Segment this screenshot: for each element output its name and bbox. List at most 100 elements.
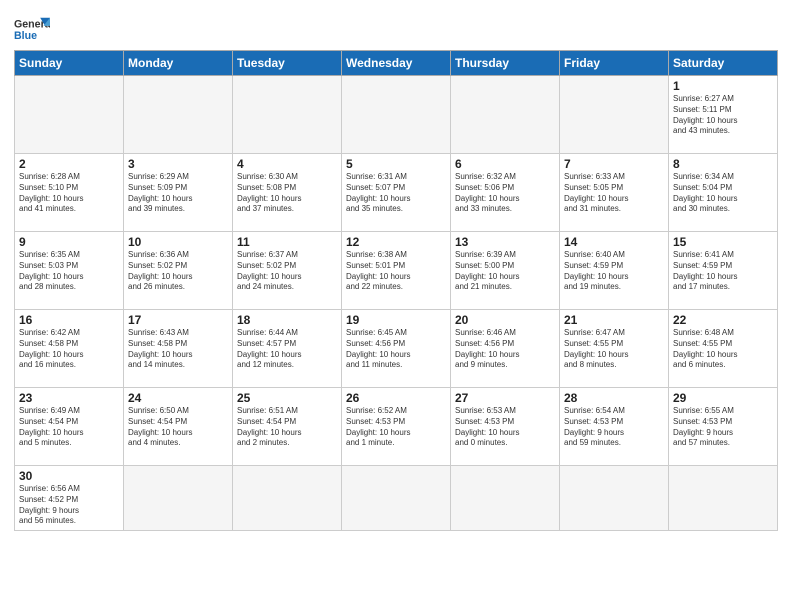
- calendar-cell: 5Sunrise: 6:31 AM Sunset: 5:07 PM Daylig…: [342, 154, 451, 232]
- calendar-cell: 11Sunrise: 6:37 AM Sunset: 5:02 PM Dayli…: [233, 232, 342, 310]
- calendar-cell: 13Sunrise: 6:39 AM Sunset: 5:00 PM Dayli…: [451, 232, 560, 310]
- day-number: 14: [564, 235, 664, 249]
- day-info: Sunrise: 6:55 AM Sunset: 4:53 PM Dayligh…: [673, 406, 773, 449]
- day-info: Sunrise: 6:40 AM Sunset: 4:59 PM Dayligh…: [564, 250, 664, 293]
- calendar-cell: [451, 466, 560, 531]
- calendar-cell: 18Sunrise: 6:44 AM Sunset: 4:57 PM Dayli…: [233, 310, 342, 388]
- calendar-cell: 7Sunrise: 6:33 AM Sunset: 5:05 PM Daylig…: [560, 154, 669, 232]
- logo: General Blue: [14, 14, 50, 46]
- calendar-cell: 22Sunrise: 6:48 AM Sunset: 4:55 PM Dayli…: [669, 310, 778, 388]
- calendar-cell: [342, 466, 451, 531]
- day-number: 17: [128, 313, 228, 327]
- day-info: Sunrise: 6:30 AM Sunset: 5:08 PM Dayligh…: [237, 172, 337, 215]
- day-info: Sunrise: 6:45 AM Sunset: 4:56 PM Dayligh…: [346, 328, 446, 371]
- calendar-cell: 6Sunrise: 6:32 AM Sunset: 5:06 PM Daylig…: [451, 154, 560, 232]
- calendar-cell: 24Sunrise: 6:50 AM Sunset: 4:54 PM Dayli…: [124, 388, 233, 466]
- calendar-cell: 2Sunrise: 6:28 AM Sunset: 5:10 PM Daylig…: [15, 154, 124, 232]
- day-info: Sunrise: 6:51 AM Sunset: 4:54 PM Dayligh…: [237, 406, 337, 449]
- calendar-cell: 17Sunrise: 6:43 AM Sunset: 4:58 PM Dayli…: [124, 310, 233, 388]
- day-info: Sunrise: 6:36 AM Sunset: 5:02 PM Dayligh…: [128, 250, 228, 293]
- day-number: 22: [673, 313, 773, 327]
- weekday-header-saturday: Saturday: [669, 51, 778, 76]
- calendar-cell: 16Sunrise: 6:42 AM Sunset: 4:58 PM Dayli…: [15, 310, 124, 388]
- calendar-cell: [669, 466, 778, 531]
- day-number: 26: [346, 391, 446, 405]
- calendar-cell: 8Sunrise: 6:34 AM Sunset: 5:04 PM Daylig…: [669, 154, 778, 232]
- day-number: 2: [19, 157, 119, 171]
- day-number: 13: [455, 235, 555, 249]
- weekday-header-friday: Friday: [560, 51, 669, 76]
- calendar-row-1: 2Sunrise: 6:28 AM Sunset: 5:10 PM Daylig…: [15, 154, 778, 232]
- day-number: 3: [128, 157, 228, 171]
- calendar-cell: 10Sunrise: 6:36 AM Sunset: 5:02 PM Dayli…: [124, 232, 233, 310]
- weekday-header-row: SundayMondayTuesdayWednesdayThursdayFrid…: [15, 51, 778, 76]
- day-info: Sunrise: 6:52 AM Sunset: 4:53 PM Dayligh…: [346, 406, 446, 449]
- calendar-cell: 12Sunrise: 6:38 AM Sunset: 5:01 PM Dayli…: [342, 232, 451, 310]
- day-number: 11: [237, 235, 337, 249]
- day-info: Sunrise: 6:47 AM Sunset: 4:55 PM Dayligh…: [564, 328, 664, 371]
- day-info: Sunrise: 6:43 AM Sunset: 4:58 PM Dayligh…: [128, 328, 228, 371]
- day-number: 19: [346, 313, 446, 327]
- day-number: 30: [19, 469, 119, 483]
- calendar-row-2: 9Sunrise: 6:35 AM Sunset: 5:03 PM Daylig…: [15, 232, 778, 310]
- day-info: Sunrise: 6:56 AM Sunset: 4:52 PM Dayligh…: [19, 484, 119, 527]
- day-info: Sunrise: 6:32 AM Sunset: 5:06 PM Dayligh…: [455, 172, 555, 215]
- calendar-cell: 20Sunrise: 6:46 AM Sunset: 4:56 PM Dayli…: [451, 310, 560, 388]
- day-info: Sunrise: 6:48 AM Sunset: 4:55 PM Dayligh…: [673, 328, 773, 371]
- calendar-cell: 9Sunrise: 6:35 AM Sunset: 5:03 PM Daylig…: [15, 232, 124, 310]
- day-info: Sunrise: 6:44 AM Sunset: 4:57 PM Dayligh…: [237, 328, 337, 371]
- calendar-cell: 14Sunrise: 6:40 AM Sunset: 4:59 PM Dayli…: [560, 232, 669, 310]
- calendar-cell: [124, 466, 233, 531]
- day-number: 8: [673, 157, 773, 171]
- calendar-cell: [233, 76, 342, 154]
- day-info: Sunrise: 6:35 AM Sunset: 5:03 PM Dayligh…: [19, 250, 119, 293]
- calendar-cell: [342, 76, 451, 154]
- calendar-cell: [560, 466, 669, 531]
- day-number: 15: [673, 235, 773, 249]
- day-info: Sunrise: 6:31 AM Sunset: 5:07 PM Dayligh…: [346, 172, 446, 215]
- calendar-cell: 28Sunrise: 6:54 AM Sunset: 4:53 PM Dayli…: [560, 388, 669, 466]
- calendar-row-5: 30Sunrise: 6:56 AM Sunset: 4:52 PM Dayli…: [15, 466, 778, 531]
- calendar-cell: 29Sunrise: 6:55 AM Sunset: 4:53 PM Dayli…: [669, 388, 778, 466]
- calendar-cell: [233, 466, 342, 531]
- weekday-header-monday: Monday: [124, 51, 233, 76]
- page: General Blue SundayMondayTuesdayWednesda…: [0, 0, 792, 612]
- day-number: 27: [455, 391, 555, 405]
- day-number: 24: [128, 391, 228, 405]
- day-info: Sunrise: 6:38 AM Sunset: 5:01 PM Dayligh…: [346, 250, 446, 293]
- calendar-cell: [560, 76, 669, 154]
- calendar-row-0: 1Sunrise: 6:27 AM Sunset: 5:11 PM Daylig…: [15, 76, 778, 154]
- day-info: Sunrise: 6:39 AM Sunset: 5:00 PM Dayligh…: [455, 250, 555, 293]
- calendar-cell: [451, 76, 560, 154]
- day-number: 4: [237, 157, 337, 171]
- day-number: 23: [19, 391, 119, 405]
- day-number: 1: [673, 79, 773, 93]
- day-number: 7: [564, 157, 664, 171]
- calendar-cell: 25Sunrise: 6:51 AM Sunset: 4:54 PM Dayli…: [233, 388, 342, 466]
- calendar-table: SundayMondayTuesdayWednesdayThursdayFrid…: [14, 50, 778, 531]
- calendar-cell: 27Sunrise: 6:53 AM Sunset: 4:53 PM Dayli…: [451, 388, 560, 466]
- day-number: 9: [19, 235, 119, 249]
- day-number: 21: [564, 313, 664, 327]
- svg-text:Blue: Blue: [14, 30, 37, 42]
- calendar-cell: 15Sunrise: 6:41 AM Sunset: 4:59 PM Dayli…: [669, 232, 778, 310]
- day-number: 29: [673, 391, 773, 405]
- calendar-cell: 23Sunrise: 6:49 AM Sunset: 4:54 PM Dayli…: [15, 388, 124, 466]
- calendar-cell: 30Sunrise: 6:56 AM Sunset: 4:52 PM Dayli…: [15, 466, 124, 531]
- weekday-header-thursday: Thursday: [451, 51, 560, 76]
- day-number: 25: [237, 391, 337, 405]
- day-info: Sunrise: 6:27 AM Sunset: 5:11 PM Dayligh…: [673, 94, 773, 137]
- calendar-row-4: 23Sunrise: 6:49 AM Sunset: 4:54 PM Dayli…: [15, 388, 778, 466]
- day-number: 28: [564, 391, 664, 405]
- calendar-cell: 19Sunrise: 6:45 AM Sunset: 4:56 PM Dayli…: [342, 310, 451, 388]
- day-number: 20: [455, 313, 555, 327]
- day-info: Sunrise: 6:28 AM Sunset: 5:10 PM Dayligh…: [19, 172, 119, 215]
- day-info: Sunrise: 6:37 AM Sunset: 5:02 PM Dayligh…: [237, 250, 337, 293]
- day-info: Sunrise: 6:41 AM Sunset: 4:59 PM Dayligh…: [673, 250, 773, 293]
- calendar-cell: 4Sunrise: 6:30 AM Sunset: 5:08 PM Daylig…: [233, 154, 342, 232]
- header: General Blue: [14, 10, 778, 46]
- day-info: Sunrise: 6:33 AM Sunset: 5:05 PM Dayligh…: [564, 172, 664, 215]
- day-number: 5: [346, 157, 446, 171]
- day-number: 10: [128, 235, 228, 249]
- day-info: Sunrise: 6:49 AM Sunset: 4:54 PM Dayligh…: [19, 406, 119, 449]
